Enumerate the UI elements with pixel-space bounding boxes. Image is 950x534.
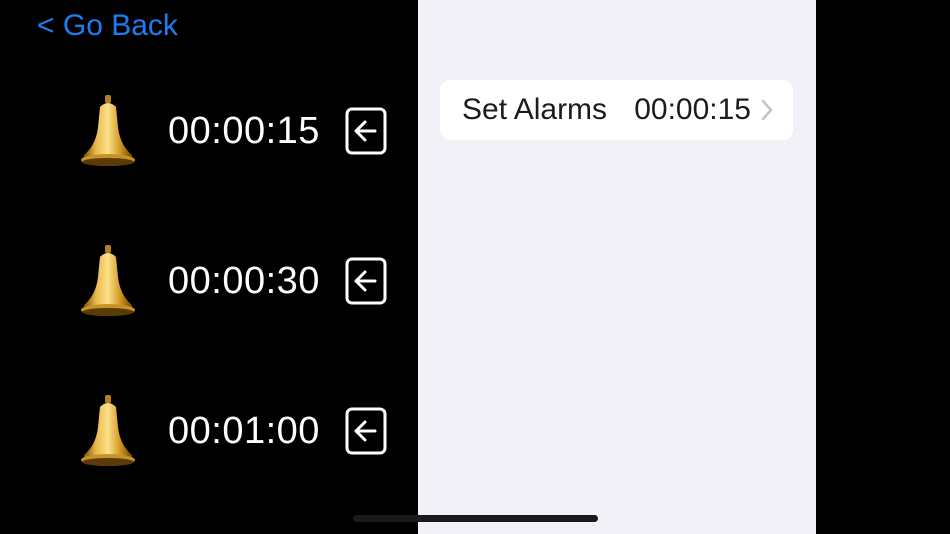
bell-icon	[81, 395, 135, 466]
bell-icon	[81, 245, 135, 316]
return-arrow-icon[interactable]	[345, 257, 387, 305]
bell-icon	[81, 95, 135, 166]
app-screen: < Go Back 00:00:15 00:00:30 00:01:00 Set…	[0, 0, 950, 534]
right-letterbox	[816, 0, 950, 534]
alarm-time: 00:00:30	[168, 260, 320, 302]
go-back-button[interactable]: < Go Back	[37, 8, 178, 44]
alarm-time: 00:00:15	[168, 110, 320, 152]
alarm-row: 00:00:15	[0, 91, 418, 171]
alarm-row: 00:00:30	[0, 241, 418, 321]
return-arrow-icon[interactable]	[345, 107, 387, 155]
home-indicator[interactable]	[353, 515, 598, 522]
settings-panel: Set Alarms 00:00:15	[418, 0, 816, 534]
alarm-list-panel: < Go Back 00:00:15 00:00:30 00:01:00	[0, 0, 418, 534]
chevron-right-icon	[761, 99, 773, 121]
return-arrow-icon[interactable]	[345, 407, 387, 455]
alarm-row: 00:01:00	[0, 391, 418, 471]
set-alarms-cell[interactable]: Set Alarms 00:00:15	[440, 80, 793, 140]
alarm-time: 00:01:00	[168, 410, 320, 452]
set-alarms-value: 00:00:15	[634, 93, 751, 126]
set-alarms-label: Set Alarms	[462, 93, 608, 126]
